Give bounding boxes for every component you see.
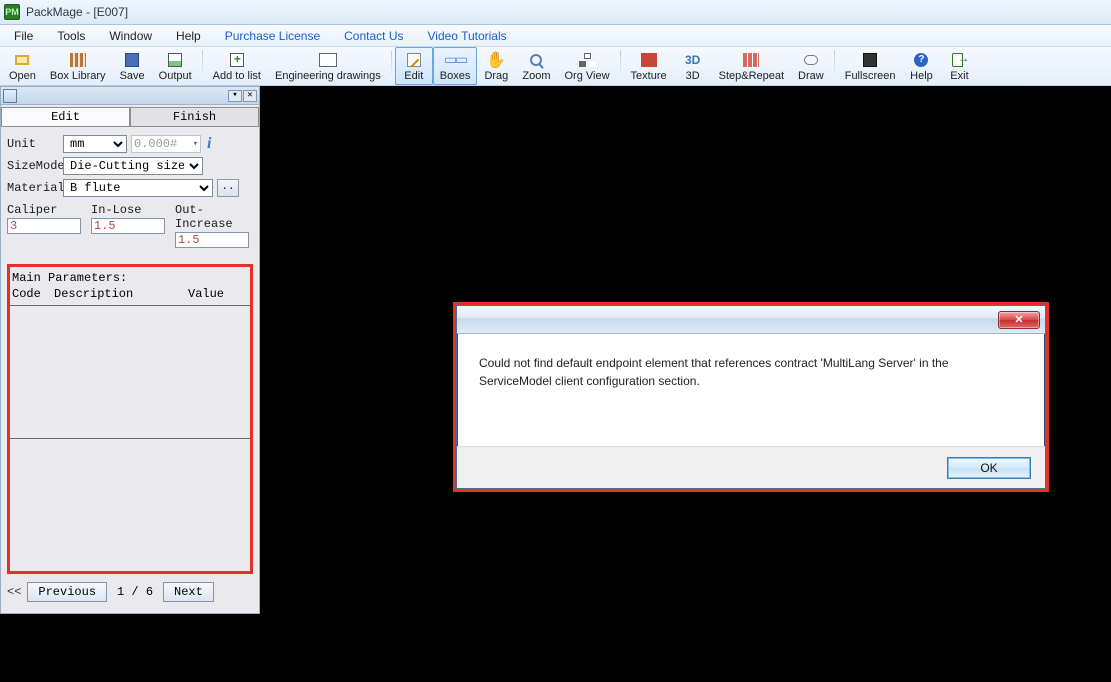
tool-boxes[interactable]: ▭▭Boxes	[433, 47, 478, 85]
inlose-input[interactable]	[91, 218, 165, 234]
three-d-icon: 3D	[684, 51, 702, 69]
tab-finish[interactable]: Finish	[130, 107, 259, 126]
texture-icon	[641, 53, 657, 67]
sizemode-label: SizeMode	[7, 159, 59, 173]
panel-dropdown-button[interactable]: ▾	[228, 90, 242, 102]
grid-row-lower	[10, 439, 250, 571]
menu-video-tutorials[interactable]: Video Tutorials	[417, 27, 516, 45]
menu-help[interactable]: Help	[166, 27, 211, 45]
sizemode-select[interactable]: Die-Cutting size	[63, 157, 203, 175]
tool-engineering-drawings[interactable]: Engineering drawings	[268, 47, 388, 85]
tool-output[interactable]: Output	[152, 47, 199, 85]
main-parameters-title: Main Parameters:	[10, 267, 250, 287]
zoom-icon	[530, 54, 542, 66]
boxes-icon: ▭▭	[446, 51, 464, 69]
error-dialog: ✕ Could not find default endpoint elemen…	[456, 305, 1046, 489]
col-code: Code	[12, 287, 54, 301]
tool-zoom[interactable]: Zoom	[515, 47, 557, 85]
material-label: Material	[7, 181, 59, 195]
pager: << Previous 1 / 6 Next	[1, 574, 259, 610]
outincrease-label: Out-Increase	[175, 203, 253, 231]
caliper-input[interactable]	[7, 218, 81, 234]
tool-add-to-list[interactable]: Add to list	[206, 47, 268, 85]
close-icon: ✕	[1014, 313, 1023, 326]
col-value: Value	[188, 287, 248, 301]
tool-exit[interactable]: Exit	[940, 47, 978, 85]
tool-open[interactable]: Open	[2, 47, 43, 85]
output-icon	[168, 53, 182, 67]
tab-edit[interactable]: Edit	[1, 107, 130, 126]
fullscreen-icon	[863, 53, 877, 67]
dialog-close-button[interactable]: ✕	[998, 311, 1040, 329]
pager-next-button[interactable]: Next	[163, 582, 214, 602]
unit-select[interactable]: mm	[63, 135, 127, 153]
pager-page-indicator: 1 / 6	[113, 585, 157, 599]
main-parameters-columns: Code Description Value	[10, 287, 250, 305]
tool-save[interactable]: Save	[113, 47, 152, 85]
inlose-label: In-Lose	[91, 203, 165, 217]
tool-step-repeat[interactable]: Step&Repeat	[712, 47, 791, 85]
menu-tools[interactable]: Tools	[47, 27, 95, 45]
outincrease-input[interactable]	[175, 232, 249, 248]
tool-box-library[interactable]: Box Library	[43, 47, 113, 85]
draw-icon	[804, 53, 818, 67]
folder-open-icon	[15, 55, 29, 65]
unit-label: Unit	[7, 137, 59, 151]
material-select[interactable]: B flute	[63, 179, 213, 197]
window-title: PackMage - [E007]	[26, 5, 128, 19]
dialog-footer: OK	[457, 446, 1045, 488]
edit-icon	[407, 53, 421, 67]
material-more-button[interactable]: ..	[217, 179, 239, 197]
info-icon[interactable]: i	[207, 135, 211, 153]
col-description: Description	[54, 287, 188, 301]
dialog-message: Could not find default endpoint element …	[457, 334, 1045, 446]
tool-edit[interactable]: Edit	[395, 47, 433, 85]
exit-icon	[952, 53, 966, 67]
save-icon	[125, 53, 139, 67]
panel-header: ▾ ✕	[1, 87, 259, 105]
panel-system-icon	[3, 89, 17, 103]
workspace: ▾ ✕ Edit Finish Unit mm 0.000# i SizeMod…	[0, 86, 1111, 682]
menu-bar: File Tools Window Help Purchase License …	[0, 25, 1111, 47]
number-format-select[interactable]: 0.000#	[131, 135, 201, 153]
menu-file[interactable]: File	[4, 27, 43, 45]
app-icon: PM	[4, 4, 20, 20]
side-panel: ▾ ✕ Edit Finish Unit mm 0.000# i SizeMod…	[0, 86, 260, 614]
help-icon: ?	[914, 53, 928, 67]
error-dialog-highlight: ✕ Could not find default endpoint elemen…	[453, 302, 1049, 492]
tool-texture[interactable]: Texture	[624, 47, 674, 85]
tool-draw[interactable]: Draw	[791, 47, 831, 85]
menu-window[interactable]: Window	[99, 27, 162, 45]
drawings-icon	[319, 53, 337, 67]
library-icon	[70, 53, 86, 67]
pager-previous-button[interactable]: Previous	[27, 582, 107, 602]
tool-3d[interactable]: 3D3D	[674, 47, 712, 85]
grid-row-upper	[10, 306, 250, 439]
panel-tabs: Edit Finish	[1, 105, 259, 127]
tool-org-view[interactable]: Org View	[557, 47, 616, 85]
dialog-ok-button[interactable]: OK	[947, 457, 1031, 479]
tool-help[interactable]: ?Help	[902, 47, 940, 85]
toolbar: Open Box Library Save Output Add to list…	[0, 47, 1111, 86]
panel-form: Unit mm 0.000# i SizeMode Die-Cutting si…	[1, 127, 259, 254]
tool-fullscreen[interactable]: Fullscreen	[838, 47, 903, 85]
caliper-label: Caliper	[7, 203, 81, 217]
add-icon	[230, 53, 244, 67]
org-view-icon	[579, 53, 595, 67]
title-bar: PM PackMage - [E007]	[0, 0, 1111, 25]
step-repeat-icon	[743, 53, 759, 67]
tool-drag[interactable]: ✋Drag	[477, 47, 515, 85]
main-parameters-panel: Main Parameters: Code Description Value	[7, 264, 253, 574]
dialog-titlebar: ✕	[457, 306, 1045, 334]
hand-icon: ✋	[487, 51, 505, 69]
menu-contact-us[interactable]: Contact Us	[334, 27, 413, 45]
panel-close-button[interactable]: ✕	[243, 90, 257, 102]
menu-purchase-license[interactable]: Purchase License	[215, 27, 330, 45]
main-parameters-grid	[10, 305, 250, 571]
pager-first-button[interactable]: <<	[7, 585, 21, 599]
